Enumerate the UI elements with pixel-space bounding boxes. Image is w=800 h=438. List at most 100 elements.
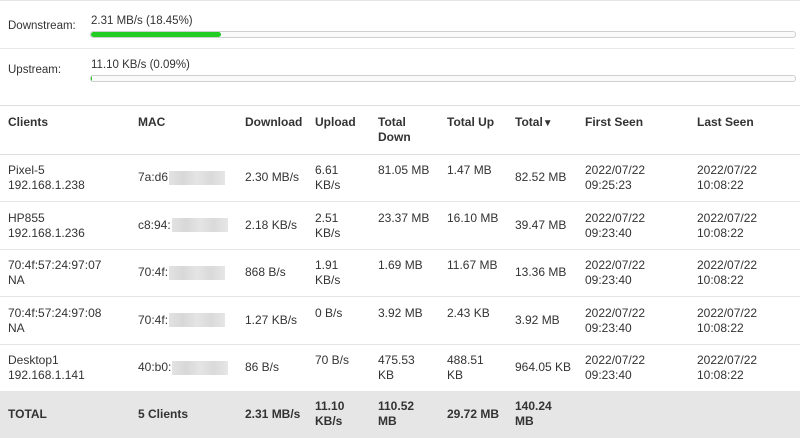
header-clients[interactable]: Clients [8, 115, 48, 130]
total-total-up: 29.72 MB [447, 407, 500, 421]
download-cell: 868 B/s [245, 265, 286, 279]
last-seen-cell: 2022/07/22 10:08:22 [697, 353, 757, 383]
total-down-line2: KB [378, 368, 395, 382]
total-cell: 82.52 MB [515, 170, 567, 184]
downstream-value: 2.31 MB/s (18.45%) [91, 15, 193, 27]
first-seen-cell: 2022/07/22 09:23:40 [585, 211, 645, 241]
last-seen-cell: 2022/07/22 10:08:22 [697, 163, 757, 193]
clients-table: Clients MAC Download Upload Total Down To… [0, 105, 800, 438]
total-up-cell: 488.51 KB [447, 353, 484, 383]
total-down-line1: 23.37 MB [378, 210, 430, 225]
client-cell: 70:4f:57:24:97:07 NA [8, 258, 101, 288]
total-down-line1: 3.92 MB [378, 305, 423, 320]
table-row[interactable]: 70:4f:57:24:97:08 NA 70:4f: 1.27 KB/s 0 B… [0, 297, 800, 345]
client-name: Desktop1 [8, 353, 59, 367]
first-seen-cell: 2022/07/22 09:23:40 [585, 353, 645, 383]
total-up-line1: 16.10 MB [447, 210, 499, 225]
total-up-line1: 488.51 [447, 353, 484, 367]
table-row[interactable]: Desktop1 192.168.1.141 40:b0: 86 B/s 70 B… [0, 344, 800, 392]
header-total-down[interactable]: Total Down [378, 115, 411, 145]
first-seen-date: 2022/07/22 [585, 353, 646, 367]
total-up-line1: 11.67 MB [447, 258, 498, 272]
first-seen-date: 2022/07/22 [585, 163, 646, 177]
total-down-line1: 475.53 [378, 353, 415, 367]
total-up-line1: 2.43 KB [447, 305, 490, 320]
upload-line1: 70 B/s [315, 353, 350, 367]
table-row[interactable]: 70:4f:57:24:97:07 NA 70:4f: 868 B/s 1.91 K… [0, 249, 800, 297]
client-ip: NA [8, 273, 25, 287]
total-down-cell: 1.69 MB [378, 258, 423, 273]
total-total: 140.24 MB [515, 399, 552, 429]
mac-cell: 40:b0: [138, 360, 229, 375]
header-total[interactable]: Total▼ [515, 115, 553, 131]
upstream-progress-bar [90, 75, 796, 82]
client-ip: 192.168.1.141 [8, 368, 85, 382]
mac-prefix: 70:4f: [138, 312, 169, 327]
first-seen-time: 09:23:40 [585, 320, 632, 335]
first-seen-cell: 2022/07/22 09:23:40 [585, 306, 645, 336]
total-total-line2: MB [515, 414, 534, 428]
upload-line1: 0 B/s [315, 305, 343, 320]
total-down-line1: 1.69 MB [378, 258, 423, 272]
client-cell: HP855 192.168.1.236 [8, 211, 85, 241]
mac-prefix: 70:4f: [138, 265, 169, 279]
total-down-cell: 81.05 MB [378, 163, 429, 178]
total-up-cell: 11.67 MB [447, 258, 497, 273]
first-seen-cell: 2022/07/22 09:23:40 [585, 258, 645, 288]
mac-redacted-icon [169, 170, 226, 185]
mac-redacted-icon [169, 265, 226, 280]
mac-redacted-icon [171, 218, 228, 233]
total-down-cell: 23.37 MB [378, 211, 429, 226]
total-download: 2.31 MB/s [245, 407, 301, 421]
first-seen-date: 2022/07/22 [585, 258, 646, 272]
first-seen-date: 2022/07/22 [585, 305, 646, 320]
table-row[interactable]: HP855 192.168.1.236 c8:94: 2.18 KB/s 2.51… [0, 202, 800, 250]
upload-cell: 2.51 KB/s [315, 211, 340, 241]
header-total-down-line2: Down [378, 130, 411, 144]
downstream-label: Downstream: [8, 20, 76, 32]
total-upload-line1: 11.10 [315, 399, 345, 413]
upload-cell: 0 B/s [315, 306, 342, 321]
total-down-cell: 475.53 KB [378, 353, 415, 383]
header-total-up[interactable]: Total Up [447, 115, 494, 130]
client-name: 70:4f:57:24:97:07 [8, 258, 102, 272]
download-cell: 86 B/s [245, 360, 280, 374]
total-total-down: 110.52 MB [378, 399, 414, 429]
table-row[interactable]: Pixel-5 192.168.1.238 7a:d6 2.30 MB/s 6.6… [0, 154, 800, 202]
download-cell: 1.27 KB/s [245, 312, 298, 327]
header-upload[interactable]: Upload [315, 115, 356, 130]
total-up-cell: 2.43 KB [447, 306, 490, 321]
client-cell: Pixel-5 192.168.1.238 [8, 163, 85, 193]
last-seen-date: 2022/07/22 [697, 163, 758, 177]
last-seen-time: 10:08:22 [697, 273, 744, 287]
total-cell: 13.36 MB [515, 265, 567, 279]
first-seen-time: 09:23:40 [585, 225, 632, 240]
upload-line1: 1.91 [315, 258, 339, 272]
upstream-row: Upstream: 11.10 KB/s (0.09%) [0, 50, 796, 92]
total-total-down-line2: MB [378, 414, 397, 428]
mac-prefix: 7a:d6 [138, 170, 169, 184]
upload-cell: 70 B/s [315, 353, 349, 368]
last-seen-date: 2022/07/22 [697, 258, 758, 272]
total-upload: 11.10 KB/s [315, 399, 344, 429]
first-seen-date: 2022/07/22 [585, 210, 646, 225]
client-ip: 192.168.1.236 [8, 225, 85, 240]
download-cell: 2.30 MB/s [245, 170, 300, 184]
header-last-seen[interactable]: Last Seen [697, 115, 754, 130]
last-seen-date: 2022/07/22 [697, 210, 758, 225]
first-seen-time: 09:23:40 [585, 273, 632, 287]
total-down-line1: 81.05 MB [378, 163, 430, 177]
header-mac[interactable]: MAC [138, 115, 165, 130]
first-seen-time: 09:25:23 [585, 178, 632, 192]
table-total-row: TOTAL 5 Clients 2.31 MB/s 11.10 KB/s 110.… [0, 391, 800, 438]
upload-cell: 1.91 KB/s [315, 258, 340, 288]
upload-cell: 6.61 KB/s [315, 163, 340, 193]
table-header-row: Clients MAC Download Upload Total Down To… [0, 105, 800, 155]
header-first-seen[interactable]: First Seen [585, 115, 643, 130]
upload-line2: KB/s [315, 225, 341, 240]
total-up-line1: 1.47 MB [447, 163, 492, 177]
client-ip: 192.168.1.238 [8, 178, 85, 192]
header-download[interactable]: Download [245, 115, 302, 130]
total-up-line2: KB [447, 368, 464, 382]
client-cell: 70:4f:57:24:97:08 NA [8, 306, 101, 336]
